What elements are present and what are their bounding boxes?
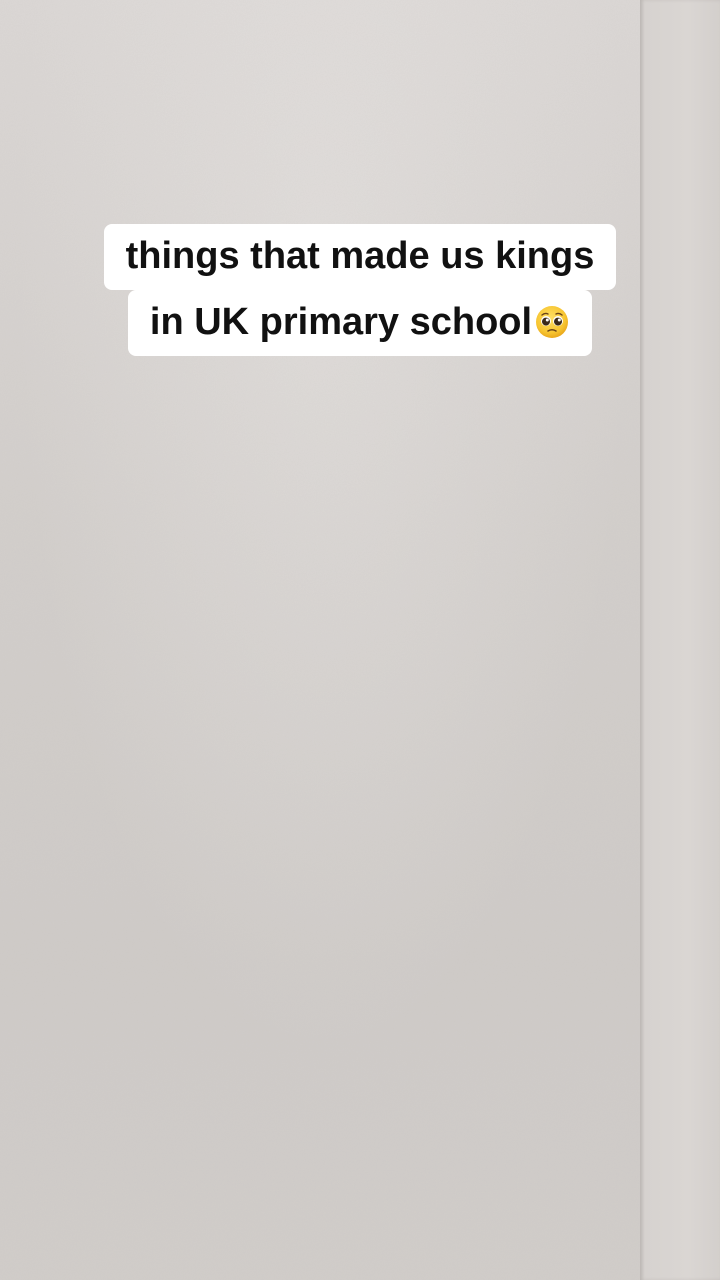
wall-texture [0, 0, 720, 1280]
caption-overlay: things that made us kings in UK primary … [0, 224, 720, 356]
wall-corner [640, 0, 720, 1280]
caption-line-1: things that made us kings [103, 224, 617, 290]
caption-line-2: in UK primary school [127, 290, 593, 356]
caption-line-1-text: things that made us kings [125, 235, 595, 277]
caption-line-2-text: in UK primary school [149, 301, 533, 343]
pleading-face-icon [536, 306, 569, 338]
